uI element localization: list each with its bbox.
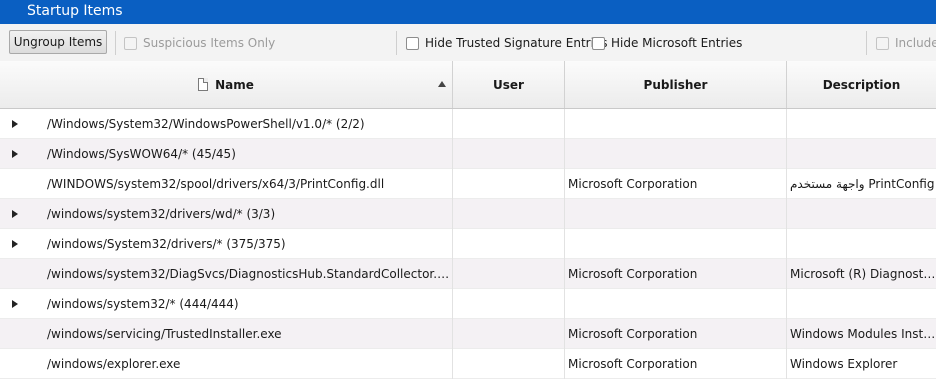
window-titlebar: Startup Items — [0, 0, 936, 24]
expand-arrow-icon[interactable] — [12, 120, 18, 128]
column-header-description-label: Description — [822, 77, 901, 92]
row-name: /Windows/SysWOW64/* (45/45) — [43, 139, 453, 169]
column-header-name[interactable]: Name — [0, 61, 453, 108]
row-name: /windows/system32/drivers/wd/* (3/3) — [43, 199, 453, 229]
row-name: /WINDOWS/system32/spool/drivers/x64/3/Pr… — [43, 169, 453, 199]
row-user — [453, 199, 565, 229]
include-label: Include — [895, 36, 936, 50]
checkbox-box[interactable] — [406, 36, 419, 50]
row-description — [787, 109, 936, 139]
column-header-user[interactable]: User — [453, 61, 565, 108]
row-name: /windows/System32/drivers/* (375/375) — [43, 229, 453, 259]
row-description: Microsoft (R) Diagnostics... — [790, 267, 936, 281]
column-header-name-label: Name — [215, 77, 254, 92]
row-description — [787, 229, 936, 259]
toolbar-separator — [866, 31, 867, 55]
row-user — [453, 109, 565, 139]
table-row[interactable]: /windows/system32/* (444/444) — [0, 289, 936, 319]
file-icon — [198, 78, 209, 91]
row-publisher — [565, 139, 787, 169]
column-header-publisher[interactable]: Publisher — [565, 61, 787, 108]
expand-arrow-icon[interactable] — [12, 240, 18, 248]
table-row[interactable]: /windows/system32/drivers/wd/* (3/3) — [0, 199, 936, 229]
row-user — [453, 289, 565, 319]
column-header-description[interactable]: Description — [787, 61, 936, 108]
checkbox-box[interactable] — [876, 36, 889, 50]
hide-trusted-signature-label: Hide Trusted Signature Entries — [425, 36, 608, 50]
sort-ascending-icon — [438, 81, 446, 87]
ungroup-items-button[interactable]: Ungroup Items — [9, 30, 107, 54]
row-user — [453, 229, 565, 259]
column-header-publisher-label: Publisher — [643, 77, 708, 92]
toolbar-separator — [396, 31, 397, 55]
row-publisher — [565, 109, 787, 139]
column-header-user-label: User — [493, 77, 524, 92]
row-user — [453, 139, 565, 169]
toolbar: Ungroup Items Suspicious Items Only Hide… — [0, 24, 936, 62]
row-name: /windows/system32/DiagSvcs/DiagnosticsHu… — [43, 259, 453, 289]
table-row[interactable]: /windows/system32/DiagSvcs/DiagnosticsHu… — [0, 259, 936, 289]
row-description: واجهة مستخدم PrintConfig — [790, 177, 935, 191]
row-publisher — [565, 199, 787, 229]
hide-trusted-signature-checkbox[interactable]: Hide Trusted Signature Entries — [406, 35, 608, 51]
row-name: /windows/servicing/TrustedInstaller.exe — [43, 319, 453, 349]
row-publisher: Microsoft Corporation — [565, 169, 787, 199]
row-description — [787, 289, 936, 319]
suspicious-items-only-label: Suspicious Items Only — [143, 36, 276, 50]
expand-arrow-icon[interactable] — [12, 150, 18, 158]
checkbox-box[interactable] — [592, 36, 605, 50]
row-name: /windows/system32/* (444/444) — [43, 289, 453, 319]
window-title: Startup Items — [27, 3, 123, 19]
table-row[interactable]: /windows/servicing/TrustedInstaller.exe … — [0, 319, 936, 349]
table-body: /Windows/System32/WindowsPowerShell/v1.0… — [0, 109, 936, 379]
row-publisher — [565, 289, 787, 319]
hide-microsoft-entries-checkbox[interactable]: Hide Microsoft Entries — [592, 35, 742, 51]
checkbox-box[interactable] — [124, 36, 137, 50]
expand-arrow-icon[interactable] — [12, 300, 18, 308]
table-header: Name User Publisher Description — [0, 61, 936, 109]
row-publisher: Microsoft Corporation — [565, 319, 787, 349]
table-row[interactable]: /Windows/System32/WindowsPowerShell/v1.0… — [0, 109, 936, 139]
suspicious-items-only-checkbox[interactable]: Suspicious Items Only — [124, 35, 275, 51]
row-description — [787, 139, 936, 169]
expand-arrow-icon[interactable] — [12, 210, 18, 218]
table-row[interactable]: /windows/System32/drivers/* (375/375) — [0, 229, 936, 259]
row-user — [453, 259, 565, 289]
row-name: /Windows/System32/WindowsPowerShell/v1.0… — [43, 109, 453, 139]
row-description: Windows Modules Installer — [790, 327, 936, 341]
toolbar-separator — [115, 31, 116, 55]
include-checkbox[interactable]: Include — [876, 35, 936, 51]
row-description — [787, 199, 936, 229]
row-user — [453, 169, 565, 199]
row-publisher — [565, 229, 787, 259]
hide-microsoft-entries-label: Hide Microsoft Entries — [611, 36, 743, 50]
row-user — [453, 319, 565, 349]
table-row[interactable]: /WINDOWS/system32/spool/drivers/x64/3/Pr… — [0, 169, 936, 199]
row-publisher: Microsoft Corporation — [565, 259, 787, 289]
table-row[interactable]: /Windows/SysWOW64/* (45/45) — [0, 139, 936, 169]
